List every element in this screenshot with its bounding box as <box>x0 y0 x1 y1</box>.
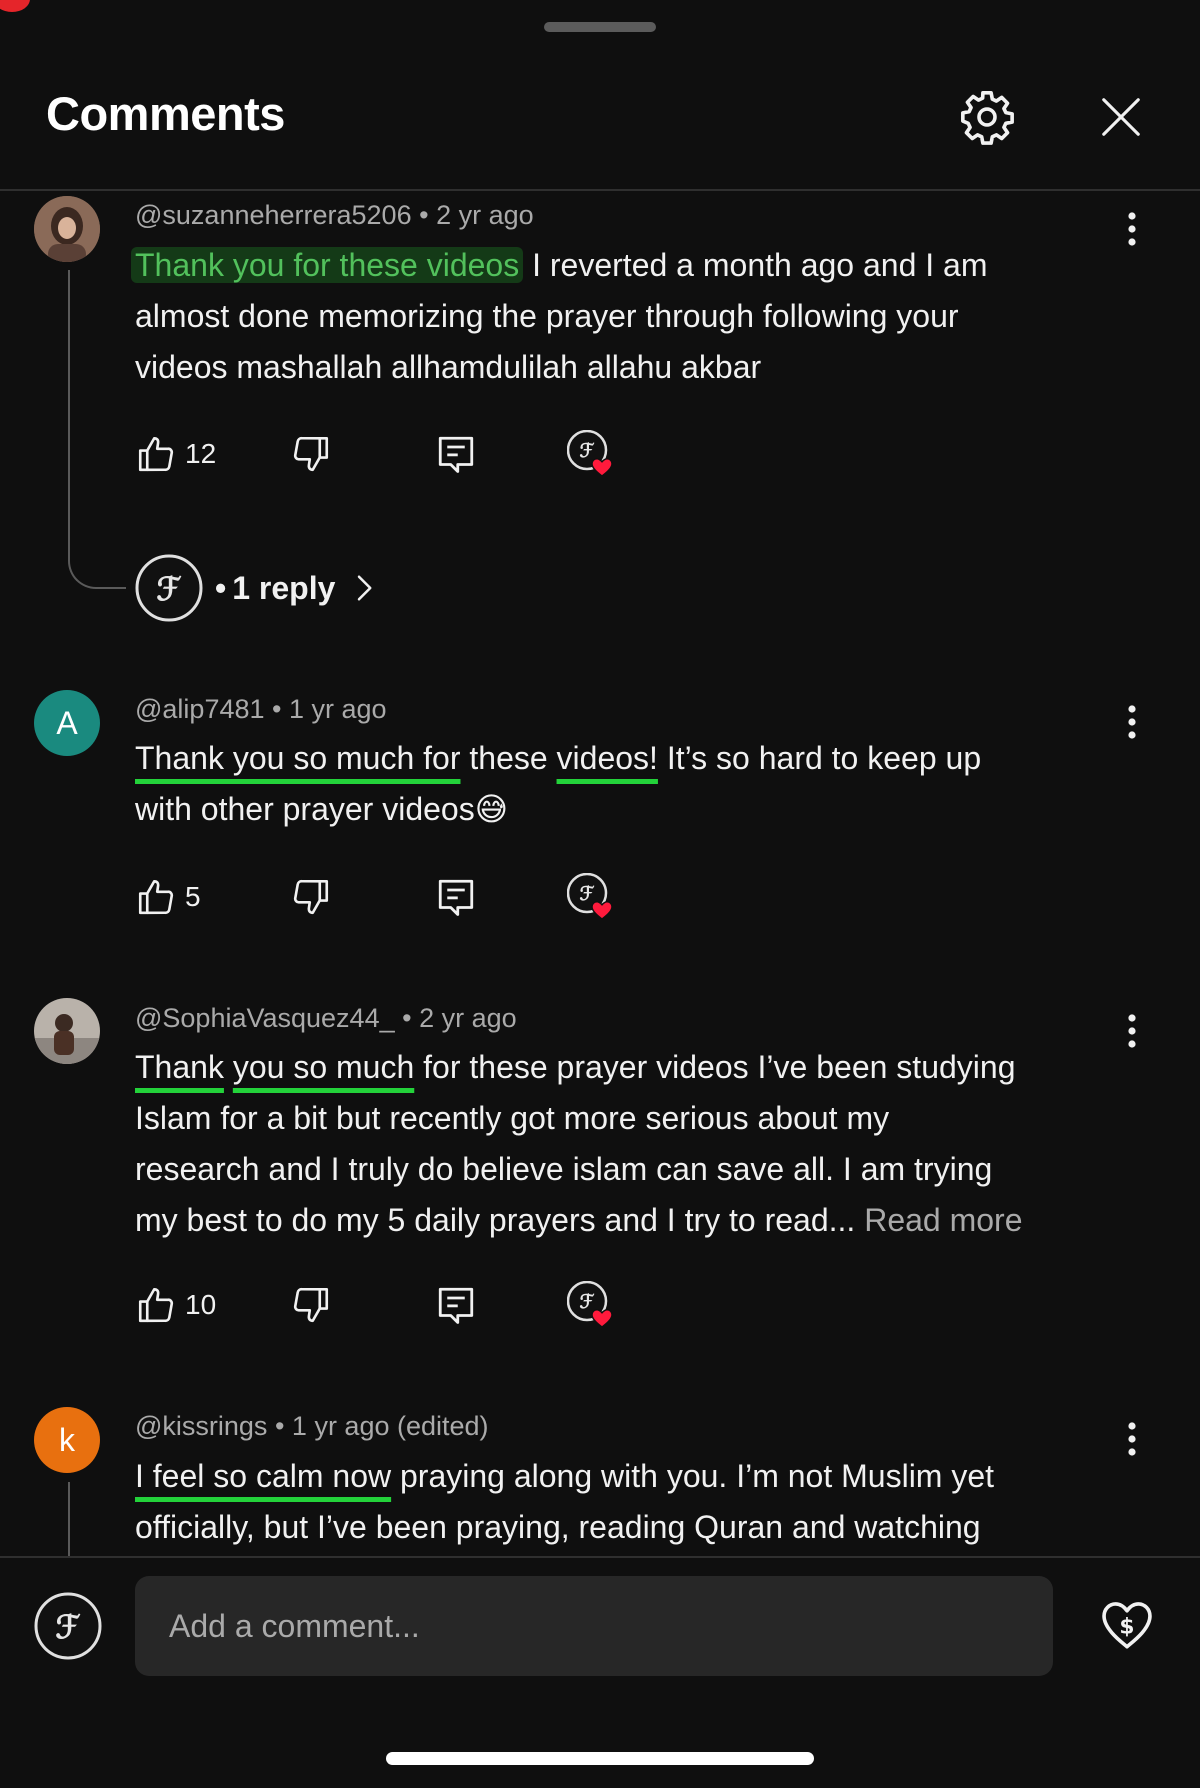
comment-actions: 12 ℱ <box>135 430 655 478</box>
comment-actions: 10 ℱ <box>135 1281 655 1329</box>
reply-icon <box>438 879 474 916</box>
svg-text:ℱ: ℱ <box>55 1608 80 1646</box>
like-button[interactable]: 5 <box>135 873 201 921</box>
page-title: Comments <box>46 87 285 140</box>
comment-meta: @suzanneherrera5206 • 2 yr ago <box>135 200 534 230</box>
avatar-letter: A <box>56 704 78 741</box>
avatar[interactable]: A <box>34 690 100 756</box>
comment-author[interactable]: @alip7481 <box>135 694 265 724</box>
chevron-right-icon <box>358 575 372 601</box>
comment-text: Thank you so much for these prayer video… <box>135 1049 1023 1238</box>
like-count: 10 <box>185 1289 217 1320</box>
drag-handle[interactable] <box>544 22 656 32</box>
underlined-text: Thank <box>135 1049 224 1085</box>
like-icon <box>138 436 174 472</box>
thanks-heart-icon: $ <box>1102 1602 1152 1649</box>
home-indicator <box>386 1752 814 1765</box>
close-button[interactable] <box>1086 82 1156 152</box>
highlighted-text: Thank you for these videos <box>131 247 524 283</box>
creator-heart-icon: ℱ <box>567 1281 613 1329</box>
read-more-link[interactable]: Read more <box>864 1202 1022 1238</box>
dislike-button[interactable] <box>290 430 332 478</box>
close-icon <box>1102 98 1140 136</box>
comment-text: I feel so calm now praying along with yo… <box>135 1458 995 1545</box>
like-count: 5 <box>185 881 201 912</box>
emoji: 😅 <box>474 791 509 827</box>
comment-author[interactable]: @suzanneherrera5206 <box>135 200 412 230</box>
comment-time: 2 yr ago <box>419 1003 517 1033</box>
comment-author[interactable]: @kissrings <box>135 1411 267 1441</box>
like-icon <box>138 879 174 915</box>
dislike-icon <box>293 1287 329 1323</box>
underlined-text: I feel so calm now <box>135 1458 392 1494</box>
svg-text:ℱ: ℱ <box>580 440 595 462</box>
comment-time: 1 yr ago <box>289 694 387 724</box>
footer-divider <box>0 1556 1200 1558</box>
underlined-text: you so much <box>232 1049 415 1085</box>
comment-meta: @alip7481 • 1 yr ago <box>135 694 387 724</box>
dislike-button[interactable] <box>290 1281 332 1329</box>
avatar[interactable]: k <box>34 1407 100 1473</box>
underlined-text: Thank you so much for <box>135 740 461 776</box>
like-button[interactable]: 10 <box>135 1281 216 1329</box>
thread-line <box>68 1482 70 1562</box>
svg-text:ℱ: ℱ <box>580 1291 595 1313</box>
creator-heart-icon: ℱ <box>567 873 613 921</box>
reply-icon <box>438 1287 474 1324</box>
creator-heart-icon: ℱ <box>567 430 613 478</box>
like-count: 12 <box>185 438 217 469</box>
gear-icon <box>961 91 1014 145</box>
dislike-icon <box>293 436 329 472</box>
thread-connector <box>68 520 126 589</box>
avatar[interactable] <box>34 998 100 1064</box>
like-button[interactable]: 12 <box>135 430 216 478</box>
avatar-letter: k <box>59 1421 75 1458</box>
reply-button[interactable] <box>435 873 477 921</box>
current-user-avatar[interactable]: ℱ <box>34 1592 102 1660</box>
reply-button[interactable] <box>435 1281 477 1329</box>
svg-text:$: $ <box>1119 1614 1134 1639</box>
avatar[interactable] <box>34 196 100 262</box>
creator-avatar: ℱ <box>135 554 203 622</box>
profile-photo-icon <box>34 998 100 1064</box>
comment-time: 2 yr ago <box>436 200 534 230</box>
recording-dot <box>0 0 30 12</box>
profile-photo-icon <box>34 196 100 262</box>
dislike-icon <box>293 879 329 915</box>
settings-button[interactable] <box>952 82 1022 152</box>
comment-text: Thank you for these videos I reverted a … <box>131 240 1135 393</box>
comment-author[interactable]: @SophiaVasquez44_ <box>135 1003 395 1033</box>
replies-count: 1 reply <box>232 569 336 606</box>
comment-meta: @kissrings • 1 yr ago (edited) <box>135 1411 489 1441</box>
reply-button[interactable] <box>435 430 477 478</box>
comment-meta: @SophiaVasquez44_ • 2 yr ago <box>135 1003 517 1033</box>
dislike-button[interactable] <box>290 873 332 921</box>
view-replies-button[interactable]: ℱ • 1 reply <box>135 554 379 622</box>
super-thanks-button[interactable]: $ <box>1092 1590 1162 1660</box>
comment-actions: 5 ℱ <box>135 873 655 921</box>
like-icon <box>138 1287 174 1323</box>
reply-icon <box>438 436 474 473</box>
thread-line <box>68 270 70 520</box>
comment-text: Thank you so much for these videos! It’s… <box>135 740 982 827</box>
comment-time: 1 yr ago (edited) <box>291 1411 489 1441</box>
underlined-text: videos! <box>556 740 658 776</box>
svg-text:ℱ: ℱ <box>156 570 181 608</box>
header-divider <box>0 189 1200 191</box>
svg-text:ℱ: ℱ <box>580 883 595 905</box>
add-comment-input[interactable] <box>135 1576 1053 1676</box>
